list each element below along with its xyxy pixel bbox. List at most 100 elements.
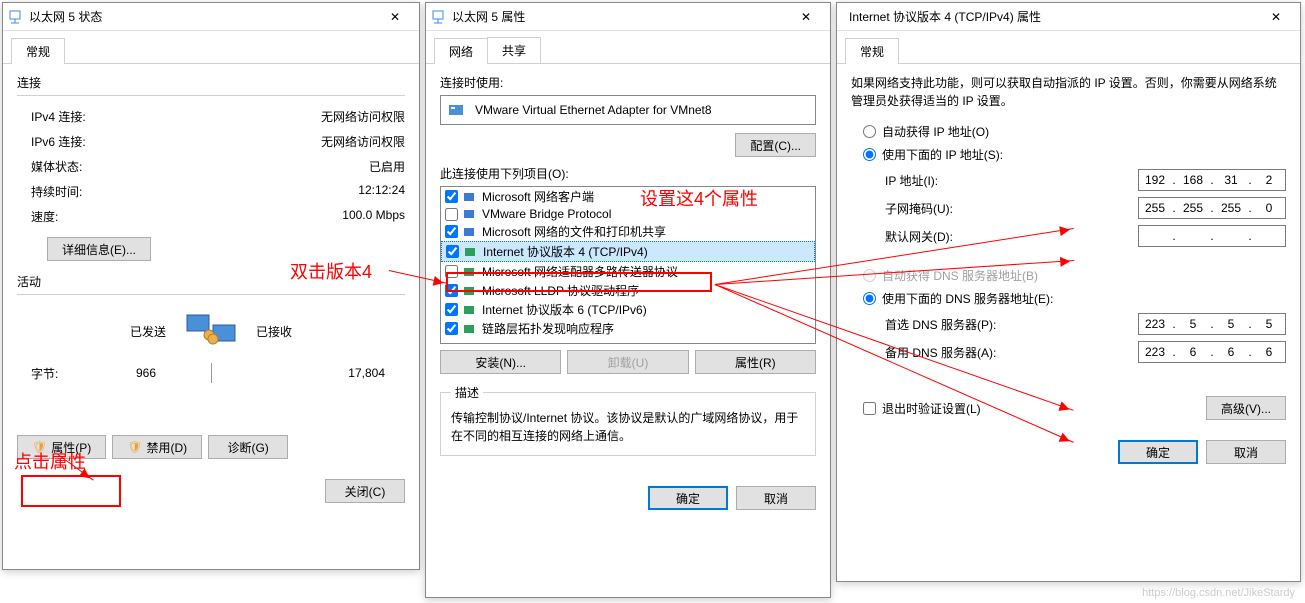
uninstall-button[interactable]: 卸载(U): [567, 350, 688, 374]
octet[interactable]: [1253, 228, 1285, 244]
network-icon: [7, 9, 23, 25]
list-item[interactable]: VMware Bridge Protocol: [441, 206, 815, 222]
item-properties-button[interactable]: 属性(R): [695, 350, 816, 374]
octet[interactable]: [1215, 344, 1247, 360]
octet[interactable]: [1177, 316, 1209, 332]
nic-icon: [447, 102, 467, 118]
octet[interactable]: [1177, 200, 1209, 216]
close-icon[interactable]: ✕: [1256, 3, 1296, 31]
list-item[interactable]: Microsoft 网络的文件和打印机共享: [441, 222, 815, 241]
close-icon[interactable]: ✕: [786, 3, 826, 31]
validate-checkbox[interactable]: [863, 402, 876, 415]
octet[interactable]: [1139, 228, 1171, 244]
item-label: Microsoft 网络的文件和打印机共享: [482, 223, 666, 240]
titlebar: 以太网 5 属性 ✕: [426, 3, 830, 31]
description-text: 传输控制协议/Internet 协议。该协议是默认的广域网络协议，用于在不同的相…: [451, 409, 805, 445]
components-listbox[interactable]: Microsoft 网络客户端 VMware Bridge Protocol Mic…: [440, 186, 816, 344]
octet[interactable]: [1139, 200, 1171, 216]
ipv4-properties-dialog: Internet 协议版本 4 (TCP/IPv4) 属性 ✕ 常规 如果网络支…: [836, 2, 1301, 582]
octet[interactable]: [1215, 200, 1247, 216]
tabs: 常规: [3, 31, 419, 64]
octet[interactable]: [1253, 200, 1285, 216]
mask-field[interactable]: ...: [1138, 197, 1286, 219]
dns1-field[interactable]: ...: [1138, 313, 1286, 335]
item-label: VMware Bridge Protocol: [482, 207, 611, 221]
dns2-field[interactable]: ...: [1138, 341, 1286, 363]
close-button[interactable]: 关闭(C): [325, 479, 405, 503]
item-checkbox[interactable]: [445, 284, 458, 297]
configure-button[interactable]: 配置(C)...: [735, 133, 816, 157]
octet[interactable]: [1177, 228, 1209, 244]
octet[interactable]: [1139, 344, 1171, 360]
status-dialog: 以太网 5 状态 ✕ 常规 连接 IPv4 连接:无网络访问权限 IPv6 连接…: [2, 2, 420, 570]
octet[interactable]: [1139, 316, 1171, 332]
component-icon: [462, 225, 478, 239]
ipv4-label: IPv4 连接:: [31, 108, 86, 125]
description-legend: 描述: [451, 384, 483, 401]
octet[interactable]: [1215, 316, 1247, 332]
info-text: 如果网络支持此功能，则可以获取自动指派的 IP 设置。否则，你需要从网络系统管理…: [851, 74, 1286, 110]
properties-dialog: 以太网 5 属性 ✕ 网络 共享 连接时使用: VMware Virtual E…: [425, 2, 831, 598]
octet[interactable]: [1177, 172, 1209, 188]
ok-button[interactable]: 确定: [648, 486, 728, 510]
diagnose-button[interactable]: 诊断(G): [208, 435, 288, 459]
octet[interactable]: [1253, 172, 1285, 188]
properties-button[interactable]: 🛡属性(P): [17, 435, 106, 459]
radio-manual-dns[interactable]: [863, 292, 876, 305]
list-item[interactable]: Internet 协议版本 6 (TCP/IPv6): [441, 300, 815, 319]
radio-manual-ip[interactable]: [863, 148, 876, 161]
octet[interactable]: [1139, 172, 1171, 188]
list-item[interactable]: Microsoft 网络客户端: [441, 187, 815, 206]
item-checkbox[interactable]: [445, 190, 458, 203]
install-button[interactable]: 安装(N)...: [440, 350, 561, 374]
shield-icon: 🛡: [127, 440, 142, 454]
cancel-button[interactable]: 取消: [736, 486, 816, 510]
tab-general[interactable]: 常规: [11, 38, 65, 64]
network-icon: [430, 9, 446, 25]
disable-button[interactable]: 🛡禁用(D): [112, 435, 202, 459]
mask-label: 子网掩码(U):: [885, 200, 1138, 217]
ip-field[interactable]: ...: [1138, 169, 1286, 191]
ok-button[interactable]: 确定: [1118, 440, 1198, 464]
duration-label: 持续时间:: [31, 183, 82, 200]
item-label: Internet 协议版本 6 (TCP/IPv6): [482, 301, 647, 318]
item-label: Internet 协议版本 4 (TCP/IPv4): [483, 243, 648, 260]
advanced-button[interactable]: 高级(V)...: [1206, 396, 1286, 420]
details-button[interactable]: 详细信息(E)...: [47, 237, 151, 261]
item-label: Microsoft 网络客户端: [482, 188, 594, 205]
list-item[interactable]: Microsoft LLDP 协议驱动程序: [441, 281, 815, 300]
octet[interactable]: [1215, 228, 1247, 244]
tab-network[interactable]: 网络: [434, 38, 488, 64]
item-checkbox[interactable]: [446, 245, 459, 258]
ipv6-label: IPv6 连接:: [31, 133, 86, 150]
tab-sharing[interactable]: 共享: [487, 37, 541, 63]
section-activity: 活动: [17, 273, 405, 290]
item-checkbox[interactable]: [445, 303, 458, 316]
list-item[interactable]: 链路层拓扑发现响应程序: [441, 319, 815, 338]
component-icon: [462, 207, 478, 221]
tabs: 网络 共享: [426, 31, 830, 64]
octet[interactable]: [1253, 316, 1285, 332]
titlebar: 以太网 5 状态 ✕: [3, 3, 419, 31]
octet[interactable]: [1253, 344, 1285, 360]
watermark: https://blog.csdn.net/JikeStardy: [1142, 587, 1295, 599]
item-checkbox[interactable]: [445, 265, 458, 278]
gateway-field[interactable]: ...: [1138, 225, 1286, 247]
gateway-label: 默认网关(D):: [885, 228, 1138, 245]
titlebar: Internet 协议版本 4 (TCP/IPv4) 属性 ✕: [837, 3, 1300, 31]
bytes-label: 字节:: [17, 365, 58, 382]
list-item[interactable]: Microsoft 网络适配器多路传送器协议: [441, 262, 815, 281]
component-icon: [462, 284, 478, 298]
item-checkbox[interactable]: [445, 208, 458, 221]
item-checkbox[interactable]: [445, 225, 458, 238]
tab-general[interactable]: 常规: [845, 38, 899, 64]
octet[interactable]: [1177, 344, 1209, 360]
item-checkbox[interactable]: [445, 322, 458, 335]
octet[interactable]: [1215, 172, 1247, 188]
list-item[interactable]: Internet 协议版本 4 (TCP/IPv4): [441, 241, 815, 262]
cancel-button[interactable]: 取消: [1206, 440, 1286, 464]
close-icon[interactable]: ✕: [375, 3, 415, 31]
adapter-name: VMware Virtual Ethernet Adapter for VMne…: [475, 103, 712, 117]
adapter-box: VMware Virtual Ethernet Adapter for VMne…: [440, 95, 816, 125]
radio-auto-ip[interactable]: [863, 125, 876, 138]
